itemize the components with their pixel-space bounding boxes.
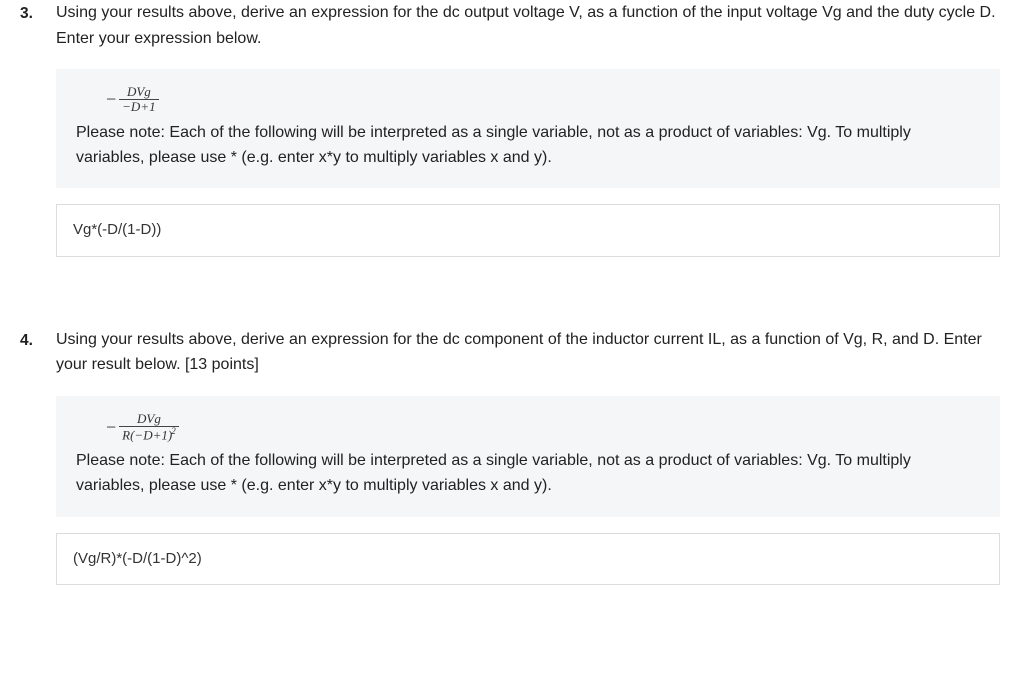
page-container: 3. Using your results above, derive an e…: [0, 0, 1024, 690]
question-body: Using your results above, derive an expr…: [56, 0, 1004, 257]
question-number: 4.: [20, 327, 56, 585]
answer-value: (Vg/R)*(-D/(1-D)^2): [73, 550, 202, 567]
hint-note: Please note: Each of the following will …: [76, 121, 980, 171]
numerator: DVg: [119, 85, 158, 100]
spacing: [20, 257, 1004, 327]
denominator-exponent: 2: [171, 426, 176, 436]
question-4: 4. Using your results above, derive an e…: [20, 327, 1004, 585]
hint-box: − DVg R(−D+1)2 Please note: Each of the …: [56, 396, 1000, 517]
question-prompt: Using your results above, derive an expr…: [56, 327, 1000, 378]
hint-note: Please note: Each of the following will …: [76, 449, 980, 499]
question-body: Using your results above, derive an expr…: [56, 327, 1004, 585]
question-prompt: Using your results above, derive an expr…: [56, 0, 1000, 51]
question-number: 3.: [20, 0, 56, 257]
hint-box: − DVg −D+1 Please note: Each of the foll…: [56, 69, 1000, 188]
fraction: DVg −D+1: [119, 85, 158, 115]
denominator-base: R(−D+1): [122, 428, 172, 443]
answer-input[interactable]: (Vg/R)*(-D/(1-D)^2): [56, 533, 1000, 586]
denominator: −D+1: [119, 100, 158, 114]
fraction: DVg R(−D+1)2: [119, 412, 179, 443]
formula-display: − DVg −D+1: [106, 85, 159, 115]
formula-display: − DVg R(−D+1)2: [106, 412, 179, 443]
numerator: DVg: [119, 412, 179, 427]
leading-minus: −: [106, 417, 119, 437]
answer-value: Vg*(-D/(1-D)): [73, 221, 161, 238]
question-3: 3. Using your results above, derive an e…: [20, 0, 1004, 257]
leading-minus: −: [106, 89, 119, 109]
denominator: R(−D+1)2: [119, 427, 179, 443]
answer-input[interactable]: Vg*(-D/(1-D)): [56, 204, 1000, 257]
